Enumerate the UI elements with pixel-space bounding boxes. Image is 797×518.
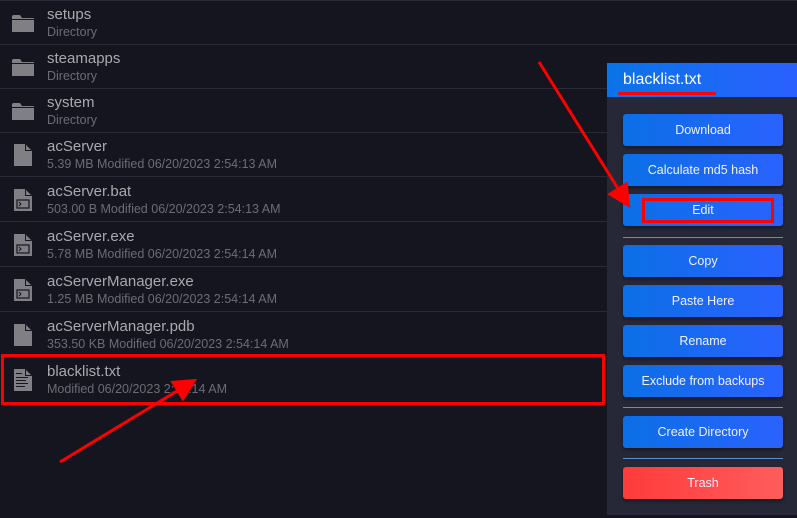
- file-meta: 1.25 MB Modified 06/20/2023 2:54:14 AM: [47, 292, 278, 306]
- list-item-setups[interactable]: setups Directory: [0, 1, 797, 45]
- file-name: acServerManager.pdb: [47, 318, 195, 335]
- calculate-md5-button[interactable]: Calculate md5 hash: [623, 154, 783, 186]
- file-name: blacklist.txt: [47, 363, 121, 380]
- terminal-file-icon: [14, 279, 32, 301]
- terminal-file-icon: [14, 189, 32, 211]
- file-name: steamapps: [47, 50, 121, 67]
- file-name: system: [47, 94, 95, 111]
- menu-divider: [623, 237, 783, 238]
- file-meta: Directory: [47, 25, 98, 39]
- menu-divider: [623, 458, 783, 459]
- file-name: acServer.exe: [47, 228, 135, 245]
- file-meta: Directory: [47, 69, 98, 83]
- file-meta: Directory: [47, 113, 98, 127]
- context-menu-panel: blacklist.txt Download Calculate md5 has…: [607, 63, 797, 515]
- paste-here-button[interactable]: Paste Here: [623, 285, 783, 317]
- file-meta: 5.39 MB Modified 06/20/2023 2:54:13 AM: [47, 157, 278, 171]
- file-name: acServerManager.exe: [47, 273, 194, 290]
- rename-button[interactable]: Rename: [623, 325, 783, 357]
- file-name: acServer.bat: [47, 183, 132, 200]
- folder-icon: [12, 103, 34, 120]
- context-menu-header: blacklist.txt: [607, 63, 797, 97]
- edit-button[interactable]: Edit: [623, 194, 783, 226]
- terminal-file-icon: [14, 234, 32, 256]
- file-meta: 353.50 KB Modified 06/20/2023 2:54:14 AM: [47, 337, 289, 351]
- trash-button[interactable]: Trash: [623, 467, 783, 499]
- file-icon: [14, 324, 32, 346]
- file-name: acServer: [47, 138, 108, 155]
- file-meta: 503.00 B Modified 06/20/2023 2:54:13 AM: [47, 202, 281, 216]
- file-name: setups: [47, 6, 92, 23]
- file-meta: 5.78 MB Modified 06/20/2023 2:54:14 AM: [47, 247, 278, 261]
- create-directory-button[interactable]: Create Directory: [623, 416, 783, 448]
- context-menu-title: blacklist.txt: [623, 71, 702, 88]
- exclude-from-backups-button[interactable]: Exclude from backups: [623, 365, 783, 397]
- file-meta: Modified 06/20/2023 2:54:14 AM: [47, 382, 227, 396]
- copy-button[interactable]: Copy: [623, 245, 783, 277]
- folder-icon: [12, 59, 34, 76]
- folder-icon: [12, 15, 34, 32]
- download-button[interactable]: Download: [623, 114, 783, 146]
- menu-divider: [623, 407, 783, 408]
- text-file-icon: [14, 369, 32, 391]
- file-icon: [14, 144, 32, 166]
